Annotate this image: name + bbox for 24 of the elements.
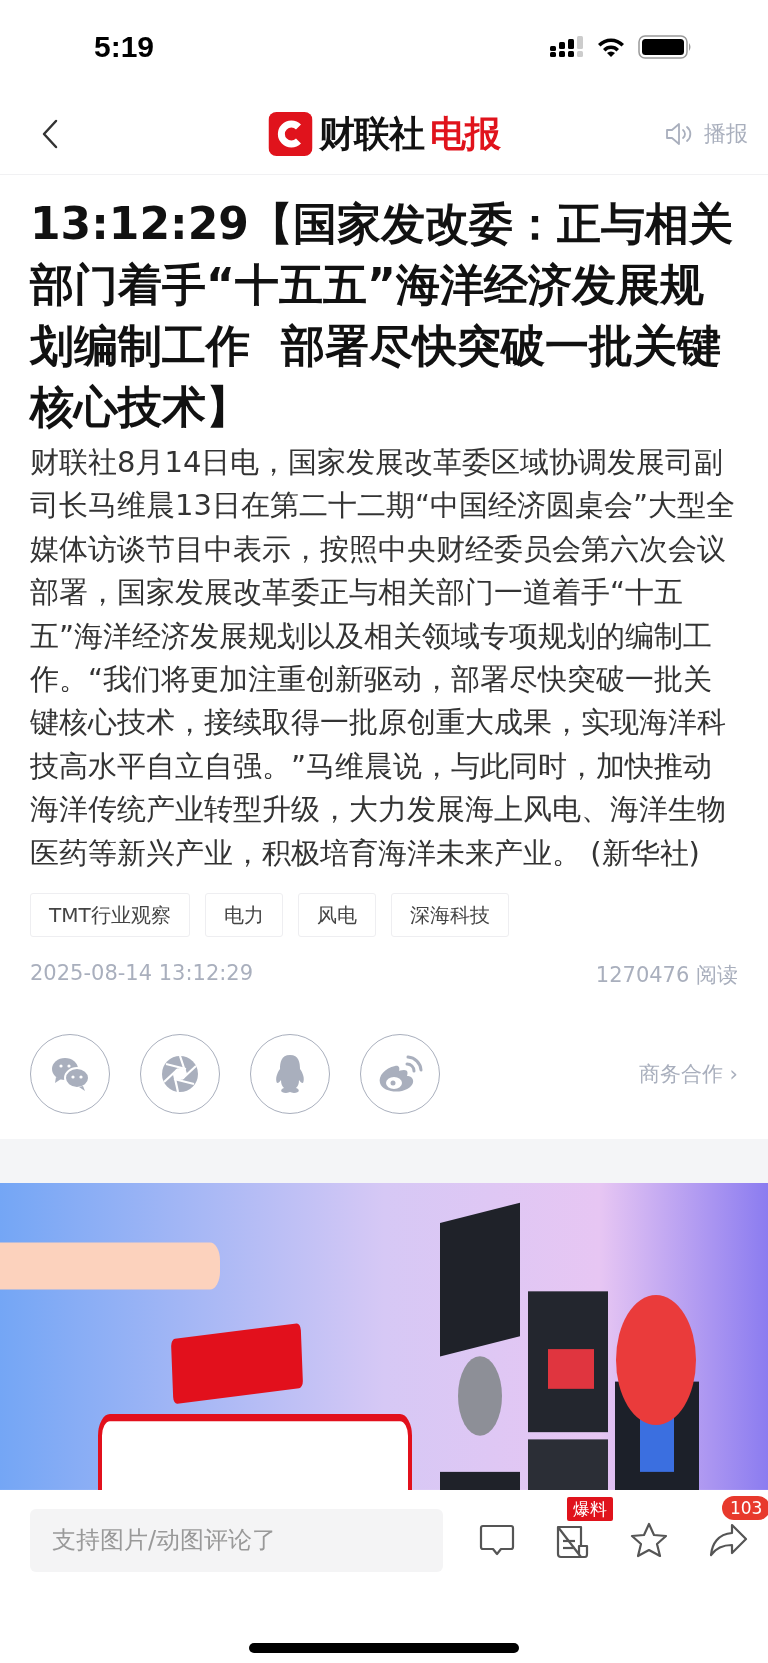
wechat-icon (50, 1056, 90, 1093)
weibo-icon (377, 1054, 423, 1095)
report-badge: 爆料 (567, 1497, 614, 1521)
brand-name: 财联社 (318, 111, 424, 156)
signal-icon (550, 36, 584, 58)
speaker-icon (664, 121, 694, 147)
brand-suffix: 电报 (429, 111, 500, 156)
article-title: 13:12:29【国家发改委：正与相关部门着手“十五五”海洋经济发展规划编制工作 部署尽快突破一批关键核心技术】 (30, 197, 734, 434)
share-count-badge: 103 (722, 1496, 768, 1520)
publish-time: 2025-08-14 13:12:29 (30, 961, 254, 988)
comment-input[interactable]: 支持图片/动图评论了 (30, 1508, 443, 1572)
tag-chip[interactable]: TMT行业观察 (30, 893, 190, 938)
aperture-icon (160, 1054, 200, 1095)
star-icon[interactable] (629, 1522, 668, 1558)
logo-icon (268, 112, 313, 156)
tag-chip[interactable]: 风电 (297, 893, 376, 938)
tag-chip[interactable]: 电力 (204, 893, 283, 938)
share-icon[interactable] (708, 1522, 748, 1558)
tag-chip[interactable]: 深海科技 (390, 893, 509, 938)
status-time: 5:19 (94, 30, 155, 64)
comment-icon[interactable] (479, 1523, 515, 1557)
article-body: 财联社8月14日电，国家发展改革委区域协调发展司副司长马维晨13日在第二十二期“中国经济圆桌会”大型全媒体访谈节目中表示，按照中央财经委员会第六次会议部署，国家发展改革委正与相关部门一道着手“十五五”海洋经济发展规划以及相关领域专项规划的编制工作。“我们将更加注重创新驱动，部署尽快突破一批关键核心技术，接续取得一批原创重大成果，实现海洋科技高水平自立自强。”马维晨说，与此同时，加快推动海洋传统产业转型升级，大力发展海上风电、海洋生物医药等新兴产业，积极培育海洋未来产业。 (新华社) (30, 444, 736, 872)
wifi-icon (596, 36, 626, 58)
read-count: 1270476 阅读 (595, 962, 738, 990)
